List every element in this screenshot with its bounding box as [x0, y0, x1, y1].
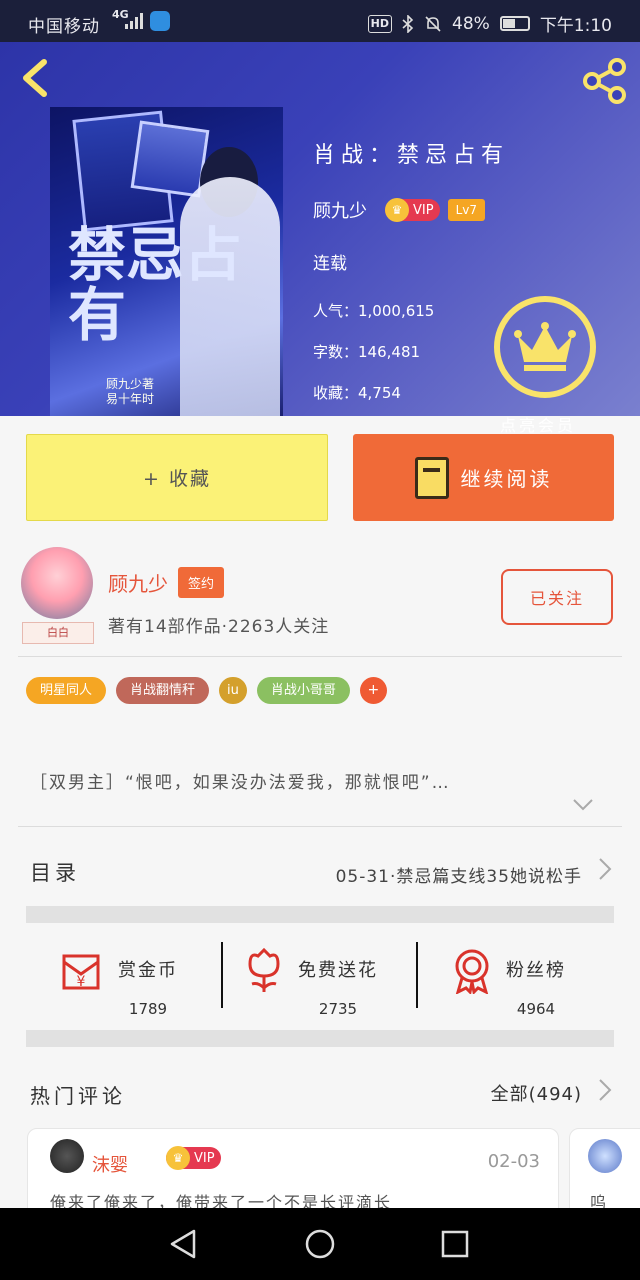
section-spacer: [26, 906, 614, 923]
book-title: 肖战：禁忌占有: [313, 143, 510, 168]
book-cover[interactable]: 禁忌占有 顾九少著 易十年时: [50, 107, 283, 416]
mute-bell-icon: [425, 15, 441, 32]
tag-item[interactable]: 肖战翻情秆: [116, 677, 210, 704]
flower-icon: [248, 948, 280, 992]
chevron-down-icon[interactable]: [572, 798, 594, 812]
book-icon: [414, 456, 449, 499]
medal-icon: [455, 949, 489, 994]
share-icon[interactable]: [580, 56, 630, 106]
author-row: 顾九少 ♛ VIP Lv7: [313, 197, 509, 223]
comment-card[interactable]: 呜: [569, 1128, 640, 1218]
signal-icon: [125, 13, 143, 29]
all-comments-link[interactable]: 全部(494): [491, 1080, 582, 1106]
hot-comments-title: 热门评论: [30, 1084, 126, 1108]
word-count-stat: 字数：146,481: [313, 343, 421, 361]
chevron-right-icon[interactable]: [598, 1078, 612, 1102]
reward-label: 赏金币: [118, 960, 178, 981]
author-meta: 著有14部作品·2263人关注: [108, 617, 330, 637]
member-label[interactable]: 点亮会员: [500, 412, 576, 436]
tag-item[interactable]: iu: [219, 677, 247, 704]
tag-list: 明星同人 肖战翻情秆 iu 肖战小哥哥 +: [26, 677, 387, 704]
book-info: 肖战：禁忌占有 顾九少 ♛ VIP Lv7 连载 人气：1,000,615 字数…: [313, 137, 509, 423]
vip-badge: ♛ VIP: [385, 198, 440, 222]
back-nav-icon[interactable]: [168, 1228, 198, 1260]
crown-icon: ♛: [385, 198, 409, 222]
follow-button[interactable]: 已关注: [501, 569, 613, 625]
comment-card[interactable]: 沫婴 ♛ VIP 02-03 俺来了俺来了，俺带来了一个不是长评滴长: [27, 1128, 559, 1218]
home-nav-icon[interactable]: [304, 1228, 336, 1260]
hd-icon: HD: [367, 14, 393, 33]
bluetooth-icon: [402, 14, 414, 33]
comment-date: 02-03: [487, 1151, 540, 1172]
reward-label: 粉丝榜: [506, 960, 566, 981]
red-envelope-icon: ¥: [62, 954, 100, 990]
synopsis-text[interactable]: ［双男主］“恨吧，如果没办法爱我，那就恨吧”…: [30, 768, 590, 793]
section-spacer: [26, 1030, 614, 1047]
avatar[interactable]: [50, 1139, 84, 1173]
shield-icon: [150, 11, 170, 31]
author-name[interactable]: 顾九少: [313, 197, 367, 223]
carrier-text: 中国移动: [28, 17, 100, 37]
divider: [18, 656, 622, 657]
author-header: 顾九少 签约: [108, 567, 225, 598]
reward-count: 2735: [318, 1000, 358, 1018]
continue-reading-button[interactable]: 继续阅读: [353, 434, 614, 521]
status-bar: 中国移动 4G HD 48% 下午1:10: [0, 0, 640, 42]
serial-status: 连载: [313, 254, 347, 274]
crown-icon: [514, 322, 576, 371]
status-right: HD 48% 下午1:10: [367, 11, 612, 36]
reward-count: 1789: [128, 1000, 168, 1018]
recents-nav-icon[interactable]: [440, 1228, 470, 1260]
reward-coins[interactable]: ¥ 赏金币 1789: [58, 948, 178, 1018]
cover-photo-frame: [130, 120, 210, 198]
battery-icon: [499, 16, 530, 31]
level-badge: Lv7: [447, 199, 485, 221]
add-tag-button[interactable]: +: [359, 677, 387, 704]
clock: 下午1:10: [539, 16, 612, 36]
avatar[interactable]: [588, 1139, 622, 1173]
popularity-stat: 人气：1,000,615: [313, 302, 435, 320]
tag-item[interactable]: 明星同人: [26, 677, 107, 704]
tag-item[interactable]: 肖战小哥哥: [256, 677, 350, 704]
crown-icon: ♛: [166, 1146, 190, 1170]
divider: [18, 826, 622, 827]
author-avatar[interactable]: [21, 547, 93, 619]
favorites-stat: 收藏：4,754: [313, 384, 401, 402]
continue-reading-label: 继续阅读: [460, 467, 553, 491]
cover-title: 禁忌占有: [68, 221, 243, 349]
signed-badge: 签约: [178, 567, 225, 598]
back-arrow-icon[interactable]: [16, 56, 56, 100]
reward-count: 4964: [516, 1000, 556, 1018]
vip-badge: ♛ VIP: [166, 1146, 221, 1170]
author-name[interactable]: 顾九少: [108, 568, 168, 597]
chevron-right-icon[interactable]: [598, 857, 612, 881]
battery-percent: 48%: [452, 13, 490, 34]
system-nav-bar: [0, 1208, 640, 1280]
reward-label: 免费送花: [298, 960, 378, 981]
avatar-tag: 白白: [22, 622, 94, 644]
book-header: 禁忌占有 顾九少著 易十年时 肖战：禁忌占有 顾九少 ♛ VIP Lv7 连载 …: [0, 42, 640, 435]
separator: [221, 942, 223, 1008]
collect-button[interactable]: + 收藏: [26, 434, 328, 521]
separator: [416, 942, 418, 1008]
catalog-label[interactable]: 目录: [30, 857, 80, 887]
comment-username[interactable]: 沫婴: [92, 1151, 128, 1177]
cover-subtitle: 顾九少著 易十年时: [106, 377, 155, 406]
latest-chapter[interactable]: 05-31·禁忌篇支线35她说松手: [336, 862, 582, 887]
member-crown-button[interactable]: [494, 296, 596, 398]
svg-text:¥: ¥: [77, 974, 86, 990]
reward-fans[interactable]: 粉丝榜 4964: [452, 948, 566, 1018]
reward-flowers[interactable]: 免费送花 2735: [244, 948, 378, 1018]
